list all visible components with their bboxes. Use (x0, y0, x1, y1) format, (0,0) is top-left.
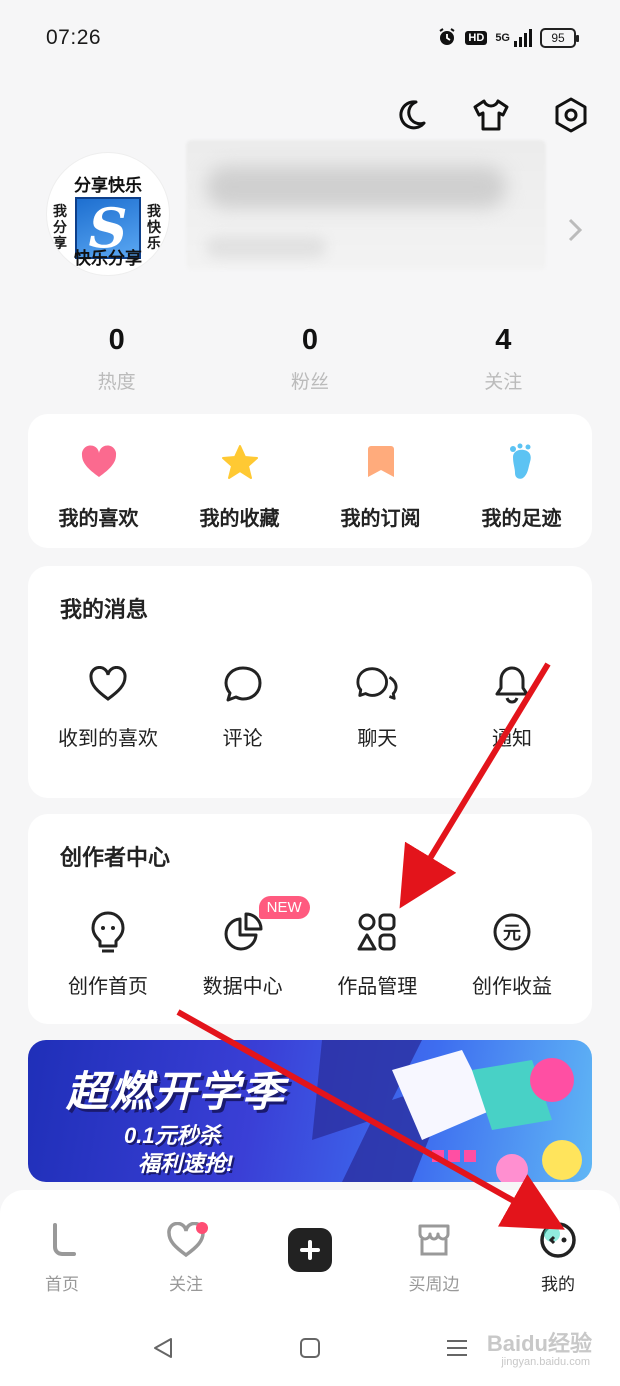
creator-data-center[interactable]: NEW 数据中心 (177, 896, 310, 999)
stat-label: 粉丝 (290, 372, 329, 393)
tab-label: 我的 (541, 1275, 575, 1294)
hd-badge: HD (465, 31, 488, 45)
creator-label: 作品管理 (337, 976, 418, 998)
profile-header[interactable]: 分享快乐 我分享 S 我快乐 快乐分享 (46, 140, 586, 280)
alarm-icon (437, 27, 457, 50)
tab-me[interactable]: 我的 (508, 1220, 608, 1310)
tab-follow[interactable]: 关注 (136, 1220, 236, 1310)
creator-earnings[interactable]: 元 创作收益 (446, 910, 578, 999)
message-chat[interactable]: 聊天 (311, 662, 443, 751)
notification-dot (196, 1222, 208, 1234)
tab-label: 买周边 (408, 1275, 460, 1294)
shop-icon (414, 1220, 454, 1260)
baidu-watermark-url: jingyan.baidu.com (501, 1356, 590, 1368)
me-icon (538, 1220, 578, 1260)
tab-shop[interactable]: 买周边 (384, 1220, 484, 1310)
yuan-icon: 元 (490, 910, 534, 954)
quick-link-history[interactable]: 我的足迹 (462, 442, 582, 548)
creator-grid: 创作首页 NEW 数据中心 作品管理 元 创作收益 (42, 896, 578, 999)
promo-banner[interactable]: 超燃开学季 0.1元秒杀 福利速抢! (28, 1040, 592, 1182)
banner-title: 超燃开学季 (66, 1068, 287, 1115)
stat-heat[interactable]: 0 热度 (57, 324, 177, 394)
stat-value: 4 (495, 324, 512, 356)
top-actions (392, 96, 590, 134)
creator-center-card: 创作者中心 创作首页 NEW 数据中心 作品管理 元 创作收益 (28, 814, 592, 1024)
svg-text:元: 元 (503, 923, 521, 944)
quick-link-label: 我的喜欢 (58, 508, 139, 530)
status-indicators: HD 5G 95 (437, 27, 579, 50)
stat-label: 热度 (97, 372, 136, 393)
avatar-text-bottom: 快乐分享 (74, 249, 142, 268)
creator-label: 数据中心 (202, 976, 283, 998)
tab-home[interactable]: 首页 (12, 1220, 112, 1310)
creator-label: 创作收益 (471, 976, 552, 998)
quick-link-favorites[interactable]: 我的收藏 (180, 442, 300, 548)
shapes-icon (355, 910, 399, 954)
messages-title: 我的消息 (60, 597, 149, 622)
stat-fans[interactable]: 0 粉丝 (250, 324, 370, 394)
baidu-watermark: Baidu经验 (486, 1331, 592, 1356)
message-notifications[interactable]: 通知 (446, 662, 578, 751)
bookmark-icon (361, 442, 401, 482)
stat-value: 0 (108, 324, 125, 356)
home-button-icon[interactable] (290, 1328, 330, 1368)
bulb-icon (86, 910, 130, 954)
heart-icon (79, 442, 119, 482)
quick-link-label: 我的收藏 (199, 508, 280, 530)
avatar[interactable]: 分享快乐 我分享 S 我快乐 快乐分享 (46, 152, 170, 276)
message-label: 通知 (491, 728, 532, 750)
status-bar: 07:26 HD 5G 95 (0, 0, 620, 76)
tab-label: 首页 (45, 1275, 79, 1294)
avatar-text-top: 分享快乐 (74, 176, 142, 195)
blurred-id-bar (206, 236, 326, 258)
bell-icon (490, 662, 534, 706)
banner-illustration (312, 1040, 582, 1182)
footprint-icon (502, 442, 542, 482)
stat-label: 关注 (484, 372, 523, 393)
message-label: 收到的喜欢 (58, 728, 158, 750)
bottom-tab-bar: 首页 关注 买周边 我的 (0, 1190, 620, 1310)
message-label: 聊天 (357, 728, 398, 750)
heart-outline-icon (86, 662, 130, 706)
stat-value: 0 (301, 324, 319, 356)
tab-post[interactable] (260, 1220, 360, 1310)
battery-indicator: 95 (540, 28, 579, 48)
profile-stats: 0 热度 0 粉丝 4 关注 (20, 324, 600, 394)
star-icon (220, 442, 260, 482)
messages-card: 我的消息 收到的喜欢 评论 聊天 通知 (28, 566, 592, 798)
creator-label: 创作首页 (68, 976, 148, 998)
quick-link-label: 我的订阅 (340, 508, 421, 530)
stat-following[interactable]: 4 关注 (443, 324, 563, 394)
shirt-icon[interactable] (472, 96, 510, 134)
messages-grid: 收到的喜欢 评论 聊天 通知 (42, 662, 578, 751)
moon-icon[interactable] (392, 96, 430, 134)
new-badge: NEW (258, 896, 310, 919)
creator-title: 创作者中心 (60, 845, 171, 870)
tab-label: 关注 (169, 1275, 203, 1294)
blurred-name-bar (206, 166, 506, 208)
signal-icon (514, 29, 532, 47)
creator-works-management[interactable]: 作品管理 (311, 910, 443, 999)
status-time: 07:26 (46, 26, 102, 49)
chat-icon (355, 662, 399, 706)
plus-icon[interactable] (288, 1228, 332, 1272)
chevron-right-icon[interactable] (568, 218, 583, 247)
network-label: 5G (495, 32, 510, 44)
quick-links-card: 我的喜欢 我的收藏 我的订阅 我的足迹 (28, 414, 592, 548)
menu-icon[interactable] (437, 1328, 477, 1368)
creator-home[interactable]: 创作首页 (42, 910, 174, 999)
quick-link-likes[interactable]: 我的喜欢 (39, 442, 159, 548)
message-comments[interactable]: 评论 (177, 662, 309, 751)
settings-icon[interactable] (552, 96, 590, 134)
message-label: 评论 (222, 728, 263, 750)
quick-link-label: 我的足迹 (481, 508, 562, 530)
comment-icon (221, 662, 265, 706)
message-likes-received[interactable]: 收到的喜欢 (42, 662, 174, 751)
quick-link-subscriptions[interactable]: 我的订阅 (321, 442, 441, 548)
back-icon[interactable] (143, 1328, 183, 1368)
banner-subtitle-2: 福利速抢! (138, 1151, 234, 1176)
home-icon (42, 1220, 82, 1260)
